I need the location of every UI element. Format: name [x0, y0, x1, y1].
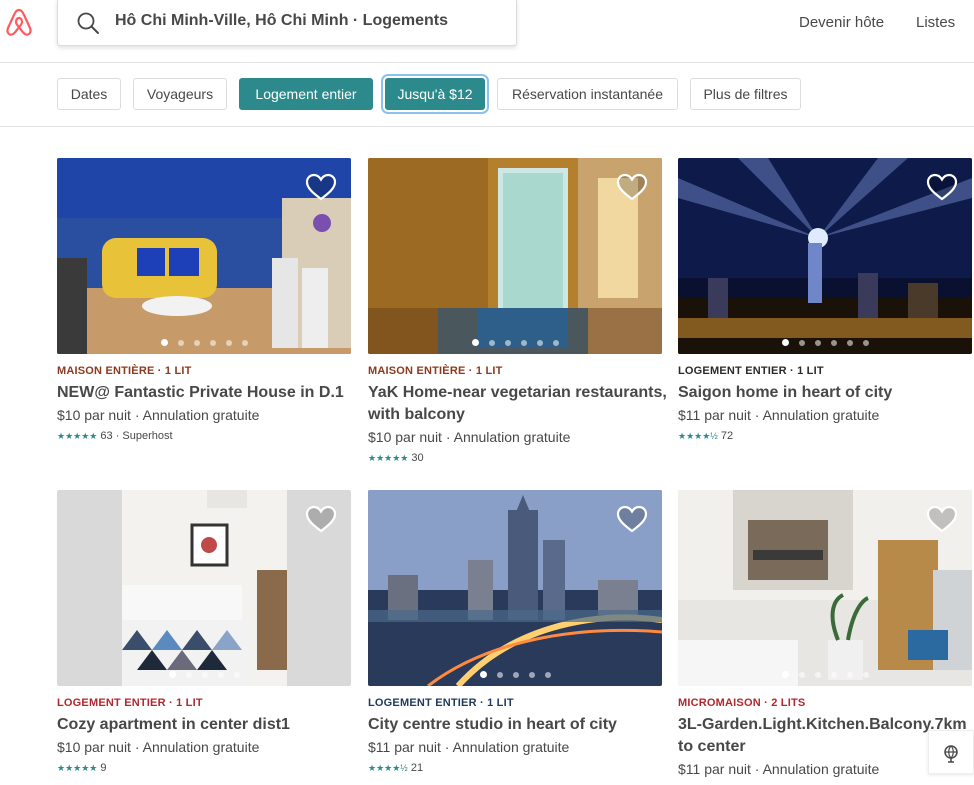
filter-dates-button[interactable]: Dates [57, 78, 121, 110]
map-toggle-button[interactable] [928, 730, 974, 774]
save-heart-icon[interactable] [926, 504, 958, 534]
listing-title[interactable]: Cozy apartment in center dist1 [57, 714, 357, 736]
save-heart-icon[interactable] [926, 172, 958, 202]
listing-type: LOGEMENT ENTIER · 1 LIT [368, 697, 514, 709]
save-heart-icon[interactable] [616, 504, 648, 534]
rating-stars-icon: ★★★★½ [368, 763, 408, 773]
listing-type: MICROMAISON · 2 LITS [678, 697, 806, 709]
review-count: 30 [411, 452, 424, 464]
listing-price: $11 par nuit · Annulation gratuite [678, 761, 880, 777]
review-count: 21 [410, 762, 424, 774]
listing-title[interactable]: NEW@ Fantastic Private House in D.1 [57, 382, 357, 404]
photo-pagination-dots [57, 339, 351, 346]
review-count: 9 [100, 762, 107, 774]
filter-entire-home-button[interactable]: Logement entier [239, 78, 373, 110]
listing-photo[interactable] [368, 158, 662, 354]
rating-stars-icon: ★★★★★ [57, 431, 98, 441]
listing-title[interactable]: YaK Home-near vegetarian restaurants, wi… [368, 382, 668, 426]
listing-photo[interactable] [678, 158, 972, 354]
save-heart-icon[interactable] [305, 172, 337, 202]
photo-pagination-dots [678, 671, 972, 678]
rating-stars-icon: ★★★★★ [368, 453, 409, 463]
photo-pagination-dots [57, 671, 351, 678]
listing-rating: ★★★★½ 72 [678, 430, 733, 442]
listing-price: $10 par nuit · Annulation gratuite [57, 407, 260, 423]
listing-rating: ★★★★★ 63 · Superhost [57, 430, 173, 442]
photo-pagination-dots [368, 339, 662, 346]
top-bar: Hô Chi Minh-Ville, Hô Chi Minh · Logemen… [0, 0, 974, 63]
review-count: 63 · Superhost [100, 430, 173, 442]
photo-pagination-dots [368, 671, 662, 678]
listing-photo[interactable] [57, 158, 351, 354]
listing-price: $11 par nuit · Annulation gratuite [368, 739, 570, 755]
listing-title[interactable]: Saigon home in heart of city [678, 382, 974, 404]
filter-guests-button[interactable]: Voyageurs [133, 78, 227, 110]
search-icon [77, 12, 99, 34]
listing-photo[interactable] [57, 490, 351, 686]
listing-price: $11 par nuit · Annulation gratuite [678, 407, 880, 423]
listing-photo[interactable] [368, 490, 662, 686]
listing-title[interactable]: City centre studio in heart of city [368, 714, 668, 736]
airbnb-logo-icon[interactable] [4, 6, 34, 38]
globe-icon [944, 745, 958, 763]
listing-type: MAISON ENTIÈRE · 1 LIT [368, 365, 503, 377]
listing-type: MAISON ENTIÈRE · 1 LIT [57, 365, 192, 377]
lists-link[interactable]: Listes [916, 14, 955, 31]
listing-rating: ★★★★★ 9 [57, 762, 107, 774]
listing-price: $10 par nuit · Annulation gratuite [368, 429, 571, 445]
rating-stars-icon: ★★★★★ [57, 763, 98, 773]
search-input[interactable]: Hô Chi Minh-Ville, Hô Chi Minh · Logemen… [115, 12, 448, 30]
filter-instant-book-button[interactable]: Réservation instantanée [497, 78, 678, 110]
listing-type: LOGEMENT ENTIER · 1 LIT [678, 365, 824, 377]
rating-stars-icon: ★★★★½ [678, 431, 718, 441]
save-heart-icon[interactable] [305, 504, 337, 534]
review-count: 72 [720, 430, 734, 442]
listing-rating: ★★★★★ 30 [368, 452, 424, 464]
photo-pagination-dots [678, 339, 972, 346]
search-bar[interactable]: Hô Chi Minh-Ville, Hô Chi Minh · Logemen… [57, 0, 517, 46]
filter-bar: Dates Voyageurs Logement entier Jusqu'à … [0, 63, 974, 127]
become-host-link[interactable]: Devenir hôte [799, 14, 884, 31]
listing-type: LOGEMENT ENTIER · 1 LIT [57, 697, 203, 709]
filter-price-button[interactable]: Jusqu'à $12 [385, 78, 485, 110]
listing-price: $10 par nuit · Annulation gratuite [57, 739, 260, 755]
listing-rating: ★★★★½ 21 [368, 762, 423, 774]
more-filters-button[interactable]: Plus de filtres [690, 78, 801, 110]
listing-photo[interactable] [678, 490, 972, 686]
save-heart-icon[interactable] [616, 172, 648, 202]
